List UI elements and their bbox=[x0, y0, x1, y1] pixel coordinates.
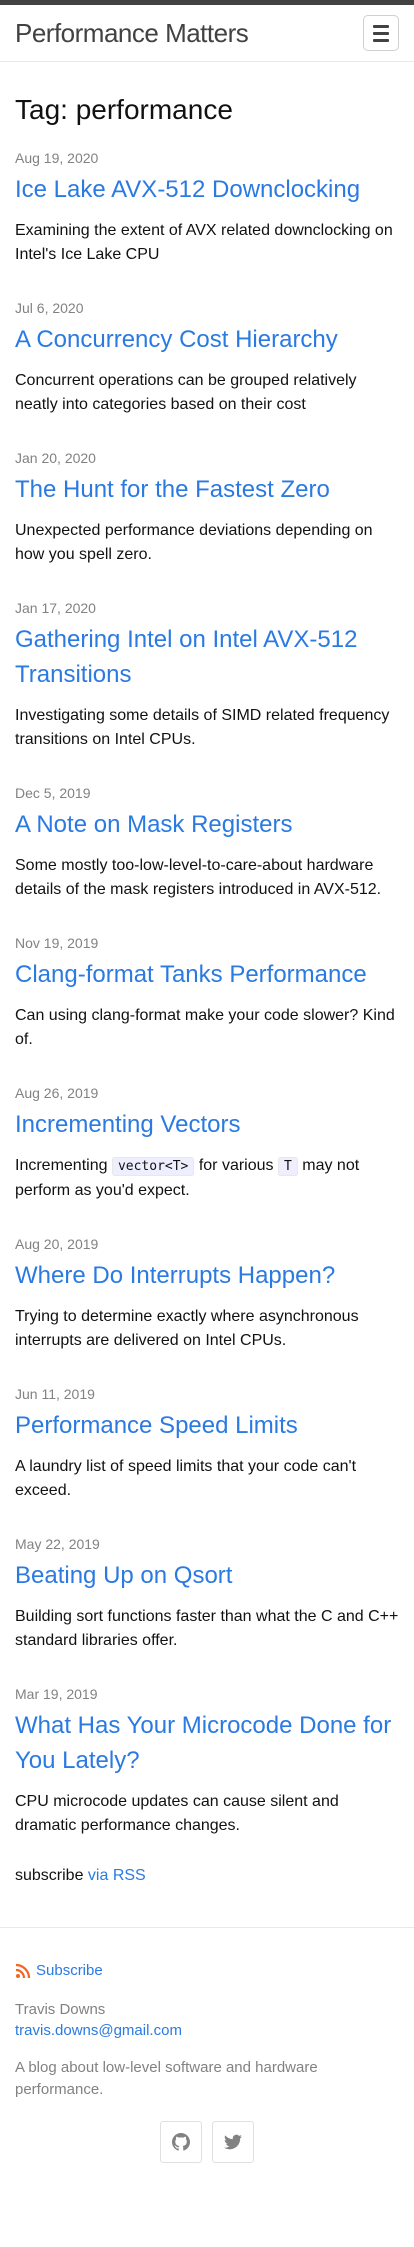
post-item: Mar 19, 2019 What Has Your Microcode Don… bbox=[15, 1686, 399, 1838]
footer-subscribe: Subscribe bbox=[15, 1962, 399, 1979]
post-title-link[interactable]: The Hunt for the Fastest Zero bbox=[15, 476, 330, 503]
post-date: Aug 19, 2020 bbox=[15, 150, 99, 166]
post-date: Nov 19, 2019 bbox=[15, 935, 99, 951]
post-excerpt: Can using clang-format make your code sl… bbox=[15, 1007, 395, 1048]
rss-icon bbox=[15, 1963, 31, 1978]
footer-description: A blog about low-level software and hard… bbox=[15, 2059, 318, 2098]
post-title-link[interactable]: Performance Speed Limits bbox=[15, 1412, 298, 1439]
post-excerpt: Trying to determine exactly where asynch… bbox=[15, 1308, 359, 1349]
post-item: May 22, 2019 Beating Up on Qsort Buildin… bbox=[15, 1536, 399, 1653]
post-date: Jul 6, 2020 bbox=[15, 300, 84, 316]
post-date: Mar 19, 2019 bbox=[15, 1686, 98, 1702]
post-list: Aug 19, 2020 Ice Lake AVX-512 Downclocki… bbox=[15, 150, 399, 1838]
subscribe-line: subscribe via RSS bbox=[15, 1867, 399, 1927]
post-excerpt: Building sort functions faster than what… bbox=[15, 1608, 399, 1649]
post-date: Aug 26, 2019 bbox=[15, 1085, 99, 1101]
excerpt-text: for various bbox=[194, 1157, 278, 1174]
inline-code: vector<T> bbox=[111, 1157, 195, 1176]
post-title-link[interactable]: Incrementing Vectors bbox=[15, 1111, 240, 1138]
post-title-link[interactable]: Where Do Interrupts Happen? bbox=[15, 1262, 335, 1289]
social-links bbox=[15, 2121, 399, 2163]
post-title-link[interactable]: Clang-format Tanks Performance bbox=[15, 961, 367, 988]
twitter-button[interactable] bbox=[212, 2121, 254, 2163]
footer-author: Travis Downs bbox=[15, 2001, 106, 2018]
footer-email-link[interactable]: travis.downs@gmail.com bbox=[15, 2022, 399, 2039]
post-item: Jun 11, 2019 Performance Speed Limits A … bbox=[15, 1386, 399, 1503]
post-item: Nov 19, 2019 Clang-format Tanks Performa… bbox=[15, 935, 399, 1052]
post-item: Jan 17, 2020 Gathering Intel on Intel AV… bbox=[15, 600, 399, 752]
site-footer: Subscribe Travis Downs travis.downs@gmai… bbox=[0, 1927, 414, 2203]
post-title-link[interactable]: A Concurrency Cost Hierarchy bbox=[15, 326, 338, 353]
post-title-link[interactable]: A Note on Mask Registers bbox=[15, 811, 292, 838]
github-icon bbox=[172, 2133, 190, 2151]
post-item: Dec 5, 2019 A Note on Mask Registers Som… bbox=[15, 785, 399, 902]
excerpt-text: Incrementing bbox=[15, 1157, 112, 1174]
post-item: Aug 19, 2020 Ice Lake AVX-512 Downclocki… bbox=[15, 150, 399, 267]
post-title-link[interactable]: Gathering Intel on Intel AVX-512 Transit… bbox=[15, 626, 357, 688]
post-date: Dec 5, 2019 bbox=[15, 785, 91, 801]
github-button[interactable] bbox=[160, 2121, 202, 2163]
footer-subscribe-link[interactable]: Subscribe bbox=[36, 1962, 103, 1979]
site-header: Performance Matters bbox=[0, 5, 414, 62]
post-excerpt: Some mostly too-low-level-to-care-about … bbox=[15, 857, 382, 898]
twitter-icon bbox=[224, 2134, 242, 2150]
subscribe-text: subscribe bbox=[15, 1867, 88, 1884]
rss-link[interactable]: via RSS bbox=[88, 1867, 146, 1884]
post-excerpt: A laundry list of speed limits that your… bbox=[15, 1458, 357, 1499]
post-date: Jan 17, 2020 bbox=[15, 600, 96, 616]
post-item: Aug 20, 2019 Where Do Interrupts Happen?… bbox=[15, 1236, 399, 1353]
post-date: May 22, 2019 bbox=[15, 1536, 100, 1552]
post-title-link[interactable]: Beating Up on Qsort bbox=[15, 1562, 232, 1589]
post-title-link[interactable]: Ice Lake AVX-512 Downclocking bbox=[15, 176, 360, 203]
site-title[interactable]: Performance Matters bbox=[15, 18, 249, 49]
hamburger-icon bbox=[373, 24, 389, 28]
post-excerpt: Examining the extent of AVX related down… bbox=[15, 222, 393, 263]
post-item: Jul 6, 2020 A Concurrency Cost Hierarchy… bbox=[15, 300, 399, 417]
page-heading: Tag: performance bbox=[15, 94, 233, 125]
main-content: Tag: performance Aug 19, 2020 Ice Lake A… bbox=[0, 62, 414, 1927]
inline-code: T bbox=[277, 1157, 298, 1176]
post-item: Jan 20, 2020 The Hunt for the Fastest Ze… bbox=[15, 450, 399, 567]
post-date: Jun 11, 2019 bbox=[15, 1386, 95, 1402]
post-excerpt: Concurrent operations can be grouped rel… bbox=[15, 372, 357, 413]
post-excerpt: Unexpected performance deviations depend… bbox=[15, 522, 373, 563]
post-excerpt: Investigating some details of SIMD relat… bbox=[15, 707, 390, 748]
post-excerpt: Incrementing vector<T> for various T may… bbox=[15, 1154, 399, 1203]
post-date: Aug 20, 2019 bbox=[15, 1236, 99, 1252]
post-item: Aug 26, 2019 Incrementing Vectors Increm… bbox=[15, 1085, 399, 1203]
post-date: Jan 20, 2020 bbox=[15, 450, 96, 466]
menu-button[interactable] bbox=[363, 15, 399, 51]
post-excerpt: CPU microcode updates can cause silent a… bbox=[15, 1793, 339, 1834]
post-title-link[interactable]: What Has Your Microcode Done for You Lat… bbox=[15, 1712, 391, 1774]
